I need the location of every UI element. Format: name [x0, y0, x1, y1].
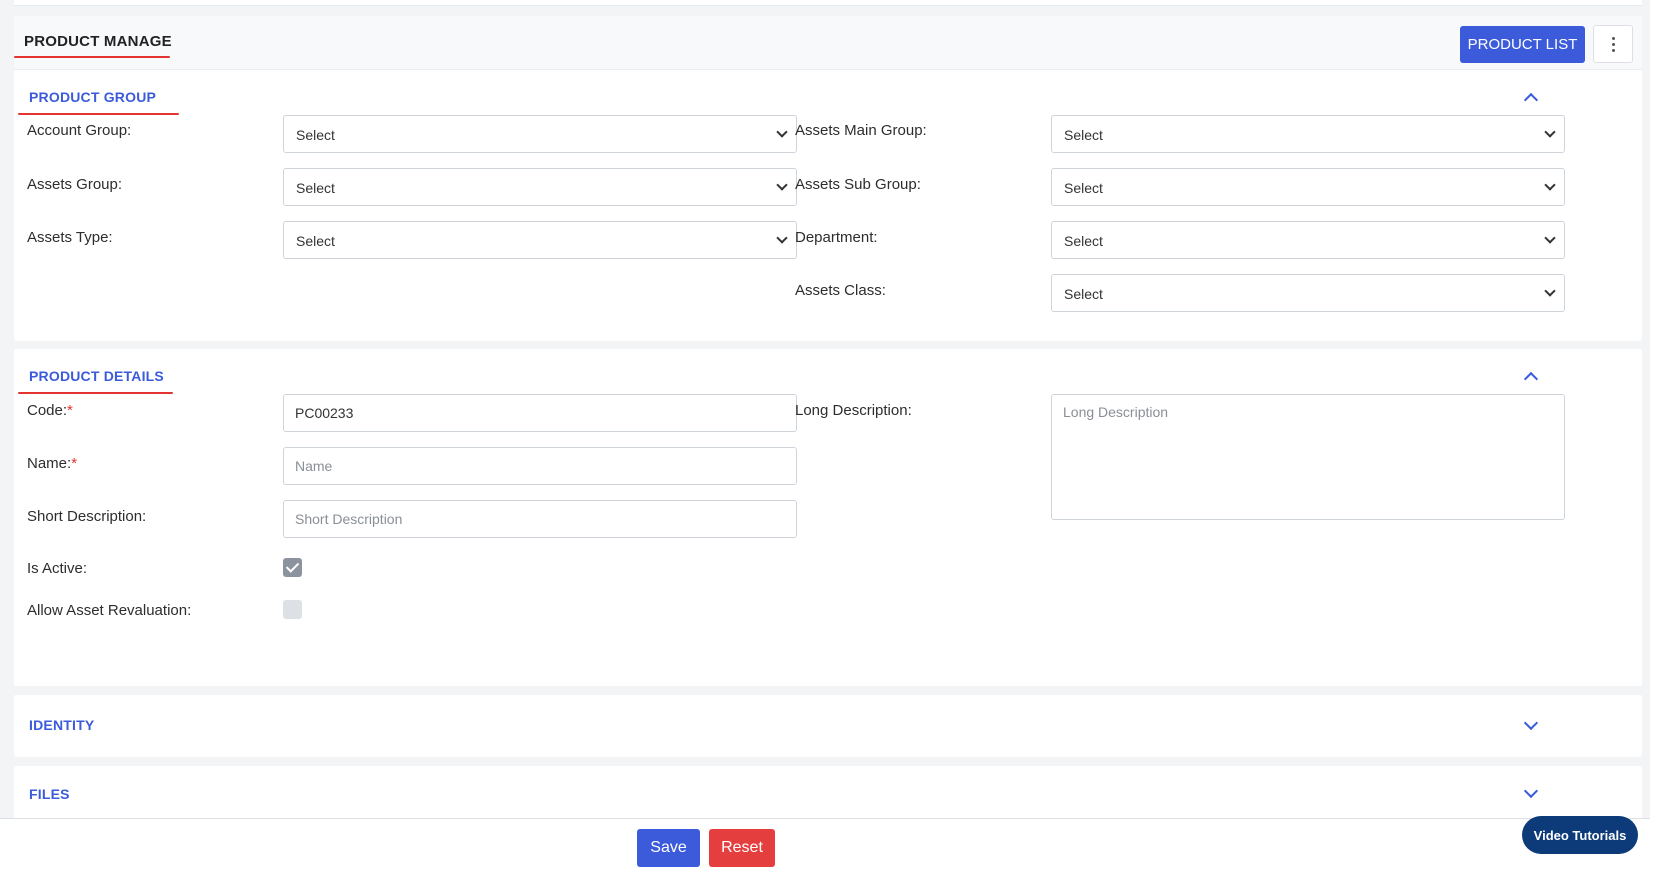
name-label: Name:* [27, 455, 77, 472]
chevron-up-icon[interactable] [1523, 92, 1539, 108]
assets-main-group-label: Assets Main Group: [795, 122, 927, 139]
select-value: Select [296, 233, 335, 249]
assets-sub-group-label: Assets Sub Group: [795, 176, 921, 193]
footer-bar: Save Reset [0, 818, 1650, 871]
name-label-text: Name: [27, 455, 72, 472]
kebab-menu-icon[interactable] [1593, 25, 1633, 63]
long-description-label: Long Description: [795, 402, 912, 419]
chevron-down-icon [1544, 285, 1556, 297]
select-value: Select [1064, 286, 1103, 302]
chevron-down-icon[interactable] [1523, 783, 1539, 799]
allow-asset-revaluation-checkbox[interactable] [283, 600, 302, 619]
account-group-select[interactable]: Select [283, 115, 797, 153]
name-input[interactable] [283, 447, 797, 485]
is-active-checkbox[interactable] [283, 558, 302, 577]
short-description-label: Short Description: [27, 508, 147, 525]
identity-card[interactable]: IDENTITY [14, 695, 1642, 757]
video-tutorials-button[interactable]: Video Tutorials [1522, 816, 1638, 854]
page-header: PRODUCT MANAGE PRODUCT LIST [14, 16, 1642, 70]
select-value: Select [1064, 180, 1103, 196]
code-label: Code:* [27, 402, 73, 419]
product-list-button[interactable]: PRODUCT LIST [1460, 26, 1585, 63]
chevron-up-icon[interactable] [1523, 371, 1539, 387]
page-title: PRODUCT MANAGE [24, 33, 172, 50]
assets-class-label: Assets Class: [795, 282, 886, 299]
account-group-label: Account Group: [27, 122, 132, 139]
select-value: Select [296, 127, 335, 143]
section-title-identity[interactable]: IDENTITY [29, 717, 94, 733]
assets-group-select[interactable]: Select [283, 168, 797, 206]
long-description-textarea[interactable] [1051, 394, 1565, 520]
section-underline [18, 113, 179, 115]
reset-button[interactable]: Reset [709, 829, 775, 867]
chevron-down-icon [776, 126, 788, 138]
select-value: Select [296, 180, 335, 196]
section-title-product-group[interactable]: PRODUCT GROUP [29, 89, 156, 105]
chevron-down-icon [776, 232, 788, 244]
chevron-down-icon[interactable] [1523, 715, 1539, 731]
chevron-down-icon [1544, 232, 1556, 244]
product-group-card: PRODUCT GROUP Account Group: Select Asse… [14, 70, 1642, 341]
code-input[interactable] [283, 394, 797, 432]
assets-main-group-select[interactable]: Select [1051, 115, 1565, 153]
scrollbar[interactable] [1650, 0, 1661, 871]
department-label: Department: [795, 229, 878, 246]
assets-group-label: Assets Group: [27, 176, 123, 193]
section-title-product-details[interactable]: PRODUCT DETAILS [29, 368, 164, 384]
chevron-down-icon [776, 179, 788, 191]
department-select[interactable]: Select [1051, 221, 1565, 259]
files-card[interactable]: FILES [14, 766, 1642, 826]
required-marker: * [67, 402, 73, 419]
short-description-input[interactable] [283, 500, 797, 538]
assets-sub-group-select[interactable]: Select [1051, 168, 1565, 206]
assets-type-select[interactable]: Select [283, 221, 797, 259]
section-underline [18, 392, 173, 394]
save-button[interactable]: Save [637, 829, 700, 867]
chevron-down-icon [1544, 179, 1556, 191]
required-marker: * [71, 455, 78, 472]
assets-class-select[interactable]: Select [1051, 274, 1565, 312]
is-active-label: Is Active: [27, 560, 88, 577]
section-title-files[interactable]: FILES [29, 786, 70, 802]
product-details-card: PRODUCT DETAILS Code:* Long Description:… [14, 349, 1642, 686]
assets-type-label: Assets Type: [27, 229, 113, 246]
allow-asset-revaluation-label: Allow Asset Revaluation: [27, 602, 192, 619]
title-underline [14, 56, 170, 58]
code-label-text: Code: [27, 402, 68, 419]
chevron-down-icon [1544, 126, 1556, 138]
select-value: Select [1064, 233, 1103, 249]
select-value: Select [1064, 127, 1103, 143]
top-strip [14, 0, 1642, 6]
